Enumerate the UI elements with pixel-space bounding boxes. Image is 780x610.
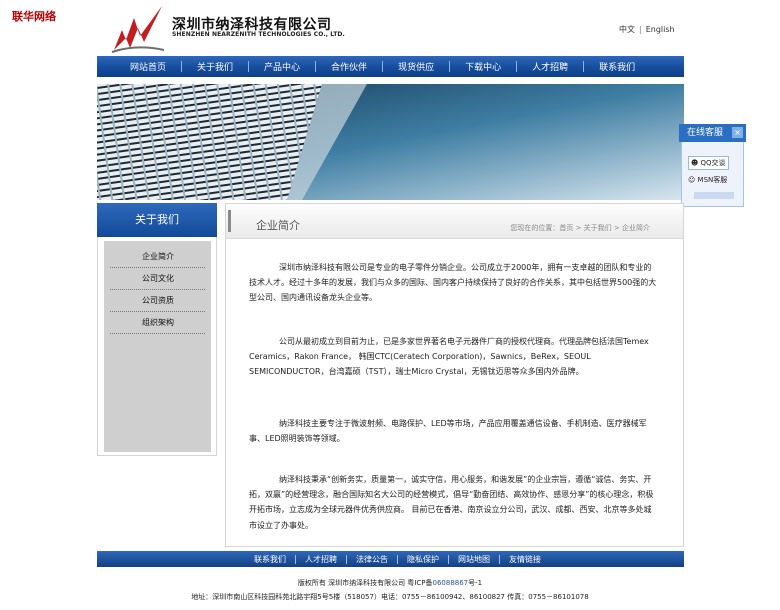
- nav-divider: [583, 61, 585, 72]
- sidebar-menu: 企业简介 公司文化 公司资质 组织架构: [104, 241, 211, 452]
- sidebar-item-organization[interactable]: 组织架构: [110, 313, 205, 334]
- nav-products[interactable]: 产品中心: [264, 60, 300, 73]
- online-service-widget: 在线客服 × ☻ QQ交谈 ☺ MSN客服: [679, 124, 746, 210]
- nav-partners[interactable]: 合作伙伴: [331, 60, 367, 73]
- footer-divider: [499, 554, 500, 564]
- company-name-en: SHENZHEN NEARZENITH TECHNOLOGIES CO., LT…: [172, 31, 345, 38]
- online-service-body: ☻ QQ交谈 ☺ MSN客服: [681, 142, 744, 207]
- icp-link[interactable]: 06088867: [433, 579, 469, 587]
- footer-link-privacy[interactable]: 隐私保护: [407, 554, 439, 565]
- footer-nav: 联系我们 人才招聘 法律公告 隐私保护 网站地图 友情链接: [97, 551, 684, 567]
- footer-link-friends[interactable]: 友情链接: [509, 554, 541, 565]
- nav-stock[interactable]: 现货供应: [398, 60, 434, 73]
- page-title: 企业简介: [256, 219, 300, 232]
- content-header: 企业简介 您现在的位置：首页 > 关于我们 > 企业简介: [226, 204, 683, 239]
- nav-home[interactable]: 网站首页: [130, 60, 166, 73]
- main-content-panel: 企业简介 您现在的位置：首页 > 关于我们 > 企业简介 深圳市纳泽科技有限公司…: [225, 203, 684, 547]
- paragraph-markets: 纳泽科技主要专注于微波射频、电路保护、LED等市场，产品应用覆盖通信设备、手机制…: [249, 419, 647, 444]
- breadcrumb: 您现在的位置：首页 > 关于我们 > 企业简介: [510, 224, 650, 232]
- paragraph-intro: 深圳市纳泽科技有限公司是专业的电子零件分销企业。公司成立于2000年，拥有一支卓…: [249, 263, 657, 303]
- copyright-line: 版权所有 深圳市纳泽科技有限公司 粤ICP备06088867号-1: [0, 578, 780, 588]
- copyright-text: 版权所有 深圳市纳泽科技有限公司 粤: [297, 579, 415, 587]
- msn-service-label: MSN客服: [697, 176, 728, 184]
- nav-contact[interactable]: 联系我们: [599, 60, 635, 73]
- lang-divider: |: [639, 25, 642, 34]
- main-nav: 网站首页 关于我们 产品中心 合作伙伴 现货供应 下载中心 人才招聘 联系我们: [97, 56, 684, 77]
- icp-suffix: 号-1: [468, 579, 483, 587]
- footer-link-careers[interactable]: 人才招聘: [305, 554, 337, 565]
- nav-divider: [516, 61, 518, 72]
- footer-link-sitemap[interactable]: 网站地图: [458, 554, 490, 565]
- nav-divider: [248, 61, 250, 72]
- nav-divider: [315, 61, 317, 72]
- sidebar: 企业简介 公司文化 公司资质 组织架构: [97, 237, 217, 456]
- address-line: 地址：深圳市南山区科技园科苑北路宇翔5号5楼（518057）电话：0755－86…: [191, 593, 589, 601]
- close-icon[interactable]: ×: [732, 127, 743, 138]
- nav-divider: [449, 61, 451, 72]
- qq-chat-button[interactable]: ☻ QQ交谈: [688, 156, 729, 170]
- banner-image: [97, 84, 684, 200]
- msn-service-link[interactable]: ☺ MSN客服: [688, 175, 727, 185]
- nav-divider: [181, 61, 183, 72]
- lang-en-link[interactable]: English: [646, 25, 675, 34]
- corner-label: 联华网络: [12, 10, 56, 23]
- language-switch: 中文 | English: [619, 24, 675, 35]
- nav-downloads[interactable]: 下载中心: [465, 60, 501, 73]
- footer-divider: [346, 554, 347, 564]
- footer-divider: [295, 554, 296, 564]
- nav-careers[interactable]: 人才招聘: [532, 60, 568, 73]
- nav-divider: [382, 61, 384, 72]
- sidebar-item-qualifications[interactable]: 公司资质: [110, 291, 205, 312]
- company-logo[interactable]: [110, 4, 166, 54]
- icp-label: ICP备: [414, 579, 433, 587]
- paragraph-brands: 公司从最初成立到目前为止，已是多家世界著名电子元器件厂商的授权代理商。代理品牌包…: [249, 337, 649, 377]
- sidebar-item-profile[interactable]: 企业简介: [110, 247, 205, 268]
- nav-about[interactable]: 关于我们: [197, 60, 233, 73]
- qq-chat-label: QQ交谈: [700, 159, 726, 167]
- lang-zh-link[interactable]: 中文: [619, 25, 635, 34]
- footer-divider: [397, 554, 398, 564]
- service-footer-bar: [694, 192, 734, 199]
- header-accent-bar: [228, 210, 231, 232]
- footer-link-contact[interactable]: 联系我们: [254, 554, 286, 565]
- paragraph-philosophy: 纳泽科技秉承“创新务实，质量第一，诚实守信，用心服务，和谐发展”的企业宗旨，遵循…: [249, 475, 654, 530]
- sidebar-title: 关于我们: [97, 203, 217, 237]
- footer-link-legal[interactable]: 法律公告: [356, 554, 388, 565]
- sidebar-item-culture[interactable]: 公司文化: [110, 269, 205, 290]
- footer-divider: [448, 554, 449, 564]
